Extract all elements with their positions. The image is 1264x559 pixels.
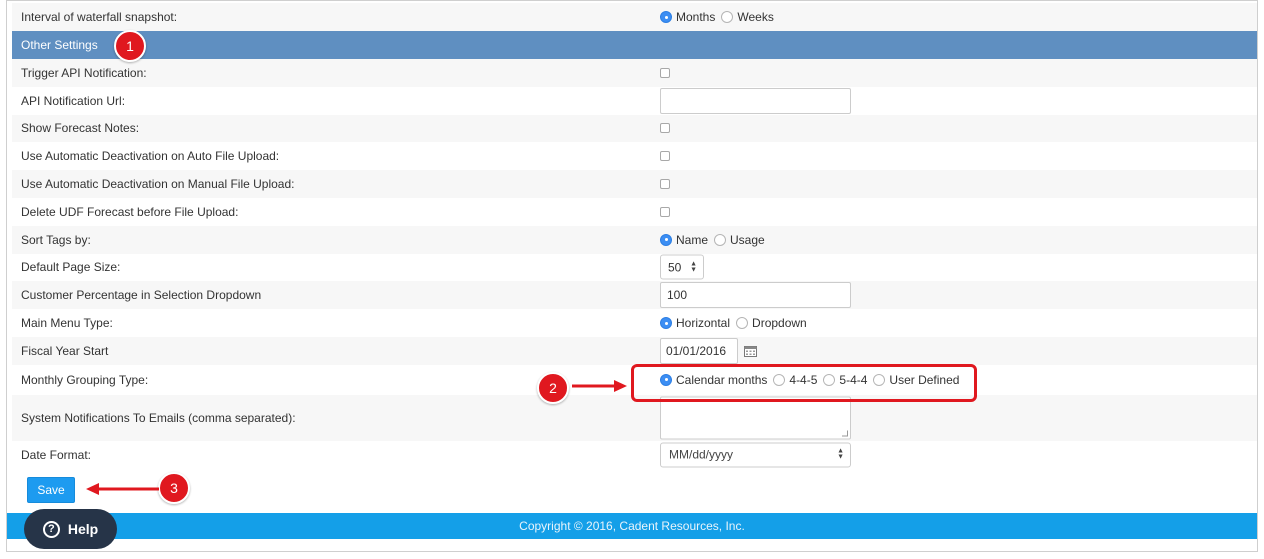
auto-deactivation-checkbox[interactable] xyxy=(660,151,670,162)
date-format-value: MM/dd/yyyy xyxy=(669,447,734,462)
row-api-url: API Notification Url: xyxy=(12,86,1257,115)
manual-deactivation-checkbox[interactable] xyxy=(660,179,670,190)
row-fiscal-start: Fiscal Year Start 01/01/2016 xyxy=(12,336,1257,365)
row-date-format: Date Format: MM/dd/yyyy ▲ ▼ xyxy=(12,440,1257,469)
footer: Copyright © 2016, Cadent Resources, Inc. xyxy=(7,513,1257,539)
sort-name-label[interactable]: Name xyxy=(676,233,708,247)
calendar-icon[interactable] xyxy=(744,345,757,357)
show-notes-checkbox[interactable] xyxy=(660,123,670,134)
select-arrows-icon[interactable]: ▲ ▼ xyxy=(837,448,844,461)
row-customer-pct: Customer Percentage in Selection Dropdow… xyxy=(12,281,1257,310)
sort-usage-radio[interactable] xyxy=(714,233,727,246)
question-circle-icon: ? xyxy=(42,520,60,538)
row-delete-udf: Delete UDF Forecast before File Upload: xyxy=(12,197,1257,226)
row-auto-deactivation: Use Automatic Deactivation on Auto File … xyxy=(12,142,1257,171)
page-size-label: Default Page Size: xyxy=(21,260,121,275)
delete-udf-label: Delete UDF Forecast before File Upload: xyxy=(21,204,239,219)
waterfall-weeks-label[interactable]: Weeks xyxy=(737,10,773,24)
callout-badge-1: 1 xyxy=(114,30,146,62)
delete-udf-checkbox[interactable] xyxy=(660,206,670,217)
other-settings-title: Other Settings xyxy=(21,38,98,52)
menu-horizontal-radio[interactable] xyxy=(660,317,672,330)
other-settings-header: Other Settings xyxy=(12,31,1257,59)
api-url-label: API Notification Url: xyxy=(21,93,126,108)
callout-badge-2: 2 xyxy=(537,372,569,404)
row-manual-deactivation: Use Automatic Deactivation on Manual Fil… xyxy=(12,170,1257,198)
sort-usage-label[interactable]: Usage xyxy=(730,233,765,247)
trigger-api-label: Trigger API Notification: xyxy=(21,65,147,80)
menu-dropdown-label[interactable]: Dropdown xyxy=(752,316,807,330)
save-button[interactable]: Save xyxy=(27,477,75,503)
callout-badge-3: 3 xyxy=(158,472,190,504)
sort-tags-label: Sort Tags by: xyxy=(21,232,91,247)
auto-deactivation-label: Use Automatic Deactivation on Auto File … xyxy=(21,149,280,164)
manual-deactivation-label: Use Automatic Deactivation on Manual Fil… xyxy=(21,177,295,192)
stepper-arrows-icon[interactable]: ▲ ▼ xyxy=(690,260,697,273)
customer-pct-label: Customer Percentage in Selection Dropdow… xyxy=(21,288,262,303)
waterfall-interval-options: Months Weeks xyxy=(660,10,780,24)
waterfall-months-label[interactable]: Months xyxy=(676,10,715,24)
help-button[interactable]: ? Help xyxy=(24,509,117,549)
resize-grip-icon[interactable] xyxy=(842,430,848,437)
row-sort-tags: Sort Tags by: Name Usage xyxy=(12,225,1257,254)
page-size-stepper[interactable]: 50 ▲ ▼ xyxy=(660,254,704,280)
callout-arrow-left-icon xyxy=(86,483,159,495)
page-size-value: 50 xyxy=(668,260,682,275)
row-waterfall-interval: Interval of waterfall snapshot: Months W… xyxy=(12,3,1257,31)
waterfall-weeks-radio[interactable] xyxy=(721,11,734,23)
waterfall-interval-label: Interval of waterfall snapshot: xyxy=(21,10,178,24)
menu-type-label: Main Menu Type: xyxy=(21,316,113,331)
menu-horizontal-label[interactable]: Horizontal xyxy=(676,316,730,330)
row-page-size: Default Page Size: 50 ▲ ▼ xyxy=(12,253,1257,282)
sort-name-radio[interactable] xyxy=(660,233,672,246)
fiscal-start-input[interactable]: 01/01/2016 xyxy=(660,337,738,364)
help-label: Help xyxy=(67,521,99,537)
notify-emails-label: System Notifications To Emails (comma se… xyxy=(21,410,296,425)
row-trigger-api: Trigger API Notification: xyxy=(12,59,1257,87)
waterfall-months-radio[interactable] xyxy=(660,11,672,23)
row-show-notes: Show Forecast Notes: xyxy=(12,114,1257,143)
fiscal-start-label: Fiscal Year Start xyxy=(21,343,109,358)
monthly-grouping-label: Monthly Grouping Type: xyxy=(21,372,149,387)
date-format-label: Date Format: xyxy=(21,447,92,462)
trigger-api-checkbox[interactable] xyxy=(660,67,670,78)
callout-arrow-right-icon xyxy=(572,380,627,392)
copyright-text: Copyright © 2016, Cadent Resources, Inc. xyxy=(519,519,745,533)
callout-highlight-box xyxy=(631,364,977,402)
notify-emails-textarea[interactable] xyxy=(660,396,851,440)
show-notes-label: Show Forecast Notes: xyxy=(21,121,140,136)
api-url-input[interactable] xyxy=(660,87,851,114)
menu-dropdown-radio[interactable] xyxy=(736,317,749,330)
customer-pct-input[interactable]: 100 xyxy=(660,282,851,309)
row-menu-type: Main Menu Type: Horizontal Dropdown xyxy=(12,309,1257,337)
date-format-select[interactable]: MM/dd/yyyy ▲ ▼ xyxy=(660,442,851,468)
